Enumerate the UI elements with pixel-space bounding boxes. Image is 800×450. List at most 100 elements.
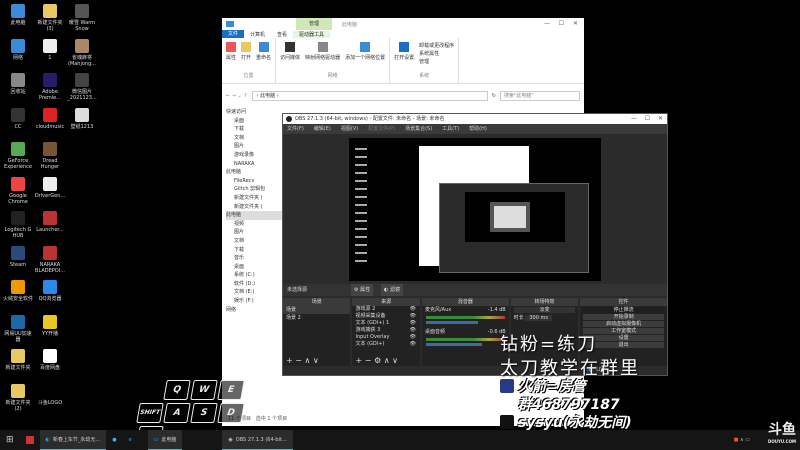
nav-item[interactable]: 文档: [226, 237, 282, 246]
nav-item[interactable]: 音乐: [226, 254, 282, 263]
menu-item[interactable]: 编辑(E): [314, 124, 331, 134]
desktop-icon[interactable]: 雀魂麻将(Mahjong...: [66, 38, 98, 67]
nav-item[interactable]: 视频: [226, 220, 282, 229]
menu-item[interactable]: 工具(T): [442, 124, 459, 134]
menu-item[interactable]: 视图(V): [341, 124, 358, 134]
source-item[interactable]: 文本 (GDI+) 👁: [352, 341, 419, 348]
visibility-icon[interactable]: 👁: [410, 313, 420, 320]
nav-item[interactable]: 桌面: [226, 117, 282, 126]
nav-item[interactable]: 新建文件夹 (: [226, 194, 282, 203]
desktop-icon[interactable]: YY开播: [34, 314, 66, 337]
transition-select[interactable]: 淡变: [513, 307, 576, 313]
nav-item[interactable]: Glitch 剪辑包: [226, 185, 282, 194]
nav-item[interactable]: 下载: [226, 246, 282, 255]
minimize-button[interactable]: —: [544, 20, 550, 27]
nav-item[interactable]: FileRecv: [226, 177, 282, 186]
source-item[interactable]: 文本 (GDI+) 1 👁: [352, 320, 419, 327]
nav-item[interactable]: 快速访问: [226, 108, 282, 117]
desktop-icon[interactable]: 新建文件夹 (2): [2, 383, 34, 412]
source-item[interactable]: 游戏源 2 👁: [352, 306, 419, 313]
desktop-icon[interactable]: 网络: [2, 38, 34, 61]
menu-item[interactable]: 场景集合(S): [405, 124, 432, 134]
visibility-icon[interactable]: 👁: [410, 334, 420, 341]
nav-item[interactable]: NARAKA: [226, 160, 282, 169]
nav-item[interactable]: 新建文件夹 (: [226, 203, 282, 212]
nav-item[interactable]: 图片: [226, 228, 282, 237]
properties-button[interactable]: 属性: [226, 42, 236, 61]
address-bar[interactable]: › 此电脑 ›: [251, 91, 488, 101]
close-button[interactable]: ✕: [658, 114, 663, 124]
access-media-button[interactable]: 访问媒体: [280, 42, 300, 61]
taskbar-item-obs[interactable]: ◉ OBS 27.1.3 (64-bit...: [222, 430, 293, 450]
nav-item[interactable]: 文档: [226, 134, 282, 143]
manage-link[interactable]: 管理: [419, 58, 454, 66]
desktop-icon[interactable]: Google Chrome: [2, 176, 34, 205]
desktop-icon[interactable]: 网易UU加速器: [2, 314, 34, 343]
source-item[interactable]: Input Overlay 👁: [352, 334, 419, 341]
control-button[interactable]: 停止推流: [583, 307, 664, 313]
source-controls[interactable]: + − ⚙ ∧ ∨: [355, 356, 398, 365]
tab-file[interactable]: 文件: [222, 30, 245, 38]
desktop-icon[interactable]: Steam: [2, 245, 34, 268]
desktop-icon[interactable]: 此电脑: [2, 4, 34, 26]
taskbar-pinned-app[interactable]: [20, 430, 40, 450]
desktop-icon[interactable]: Adobe Premie...: [34, 73, 66, 101]
desktop-icon[interactable]: 百度网盘: [34, 349, 66, 371]
desktop-volume-slider[interactable]: [425, 343, 483, 346]
desktop-icon[interactable]: 新建文件夹 (3): [34, 4, 66, 32]
tab-drive-tools[interactable]: 驱动器工具: [293, 30, 331, 38]
menu-item[interactable]: 文件(F): [287, 124, 304, 134]
map-drive-button[interactable]: 映射网络驱动器: [305, 42, 340, 61]
desktop-icon[interactable]: 1: [34, 38, 66, 61]
close-button[interactable]: ✕: [573, 20, 578, 27]
maximize-button[interactable]: ☐: [645, 114, 650, 124]
start-button[interactable]: ⊞: [0, 430, 20, 450]
scene-controls[interactable]: + − ∧ ∨: [286, 356, 319, 365]
desktop-icon[interactable]: 暖雪 Warm Snow: [66, 4, 98, 32]
desktop-icon[interactable]: GeForce Experience: [2, 142, 34, 170]
visibility-icon[interactable]: 👁: [410, 320, 420, 327]
desktop-icon[interactable]: QQ浏览器: [34, 280, 66, 302]
desktop-icon[interactable]: 微信图片_2021123...: [66, 73, 98, 101]
nav-item[interactable]: 此电脑: [226, 168, 282, 177]
nav-item[interactable]: 娱乐 (F:): [226, 297, 282, 306]
control-button[interactable]: 开始录制: [583, 314, 664, 320]
uninstall-link[interactable]: 卸载或更改程序: [419, 42, 454, 50]
menu-item[interactable]: 配置文件(P): [368, 124, 395, 134]
tab-computer[interactable]: 计算机: [244, 31, 271, 38]
rename-button[interactable]: 重命名: [256, 42, 271, 61]
desktop-icon[interactable]: Dread Hunger: [34, 142, 66, 170]
desktop-icon[interactable]: 斗鱼LOGO: [34, 383, 66, 406]
tab-manage[interactable]: 管理: [296, 18, 332, 30]
quick-access-toolbar-icon[interactable]: [226, 21, 234, 27]
system-properties-link[interactable]: 系统属性: [419, 50, 454, 58]
desktop-icon[interactable]: Logitech G HUB: [2, 211, 34, 239]
duration-input[interactable]: 300 ms: [525, 315, 552, 321]
taskbar-item-browser[interactable]: ◐ 新春上车节_永劫无...: [39, 430, 107, 450]
nav-item[interactable]: 此电脑: [226, 211, 282, 220]
tab-view[interactable]: 查看: [271, 31, 293, 38]
obs-window[interactable]: OBS 27.1.3 (64-bit, windows) - 配置文件: 未命名…: [282, 113, 668, 376]
visibility-icon[interactable]: 👁: [410, 327, 420, 334]
minimize-button[interactable]: —: [631, 114, 637, 124]
nav-item[interactable]: 软件 (D:): [226, 280, 282, 289]
control-button[interactable]: 启动虚拟摄像机: [583, 321, 664, 327]
desktop-icon[interactable]: Launcher...: [34, 211, 66, 233]
menu-item[interactable]: 帮助(H): [469, 124, 487, 134]
nav-item[interactable]: 文档 (E:): [226, 288, 282, 297]
nav-arrows-icon[interactable]: ← → ⌄ ↑: [226, 93, 248, 99]
nav-item[interactable]: 图片: [226, 142, 282, 151]
desktop-icon[interactable]: 壁纸1213: [66, 107, 98, 130]
filters-button[interactable]: ◐ 滤镜: [381, 284, 403, 296]
search-input[interactable]: 搜索"此电脑": [500, 91, 580, 101]
nav-item[interactable]: 游戏录像: [226, 151, 282, 160]
desktop-icon[interactable]: CC: [2, 107, 34, 130]
source-item[interactable]: 游戏捕获 3 👁: [352, 327, 419, 334]
system-tray[interactable]: ■ ∧ ▭: [734, 437, 750, 443]
scene-item[interactable]: 场景: [283, 306, 351, 314]
nav-item[interactable]: 系统 (C:): [226, 271, 282, 280]
obs-preview[interactable]: [349, 138, 601, 281]
desktop-icon[interactable]: 火绒安全软件: [2, 280, 34, 302]
visibility-icon[interactable]: 👁: [410, 306, 420, 313]
desktop-icon[interactable]: cloudmusic: [34, 107, 66, 130]
